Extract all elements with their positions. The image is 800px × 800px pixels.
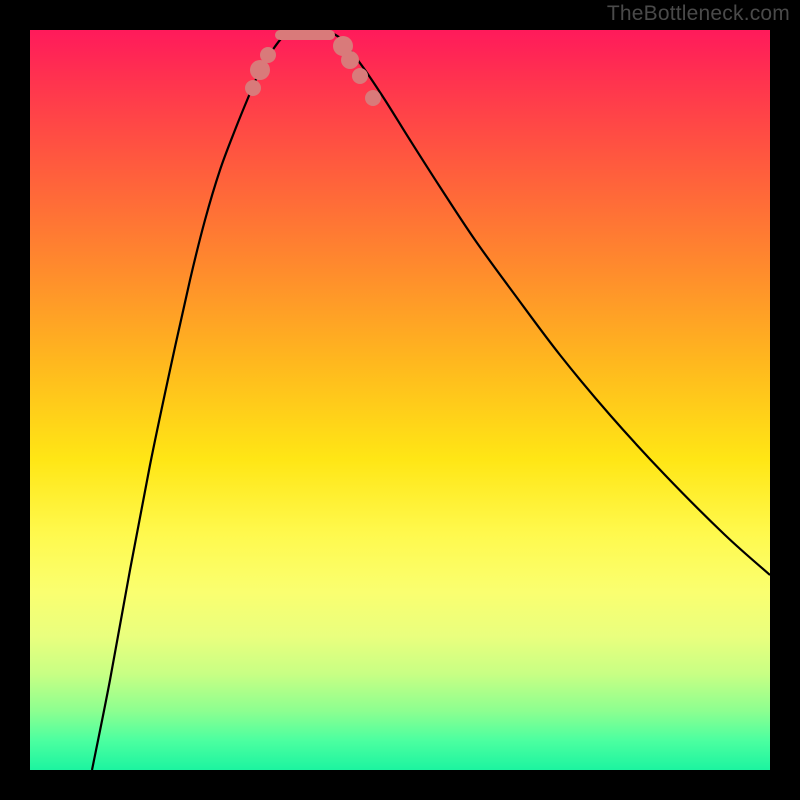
marker-dot (245, 80, 261, 96)
marker-dot (341, 51, 359, 69)
marker-dot (352, 68, 368, 84)
valley-band (275, 30, 335, 40)
marker-dot (260, 47, 276, 63)
marker-dot (365, 90, 381, 106)
chart-stage: TheBottleneck.com (0, 0, 800, 800)
watermark-text: TheBottleneck.com (607, 2, 790, 26)
plot-area (30, 30, 770, 770)
marker-dot (250, 60, 270, 80)
plot-svg (30, 30, 770, 770)
curve-left-curve (92, 32, 290, 770)
curve-right-curve (330, 32, 770, 575)
